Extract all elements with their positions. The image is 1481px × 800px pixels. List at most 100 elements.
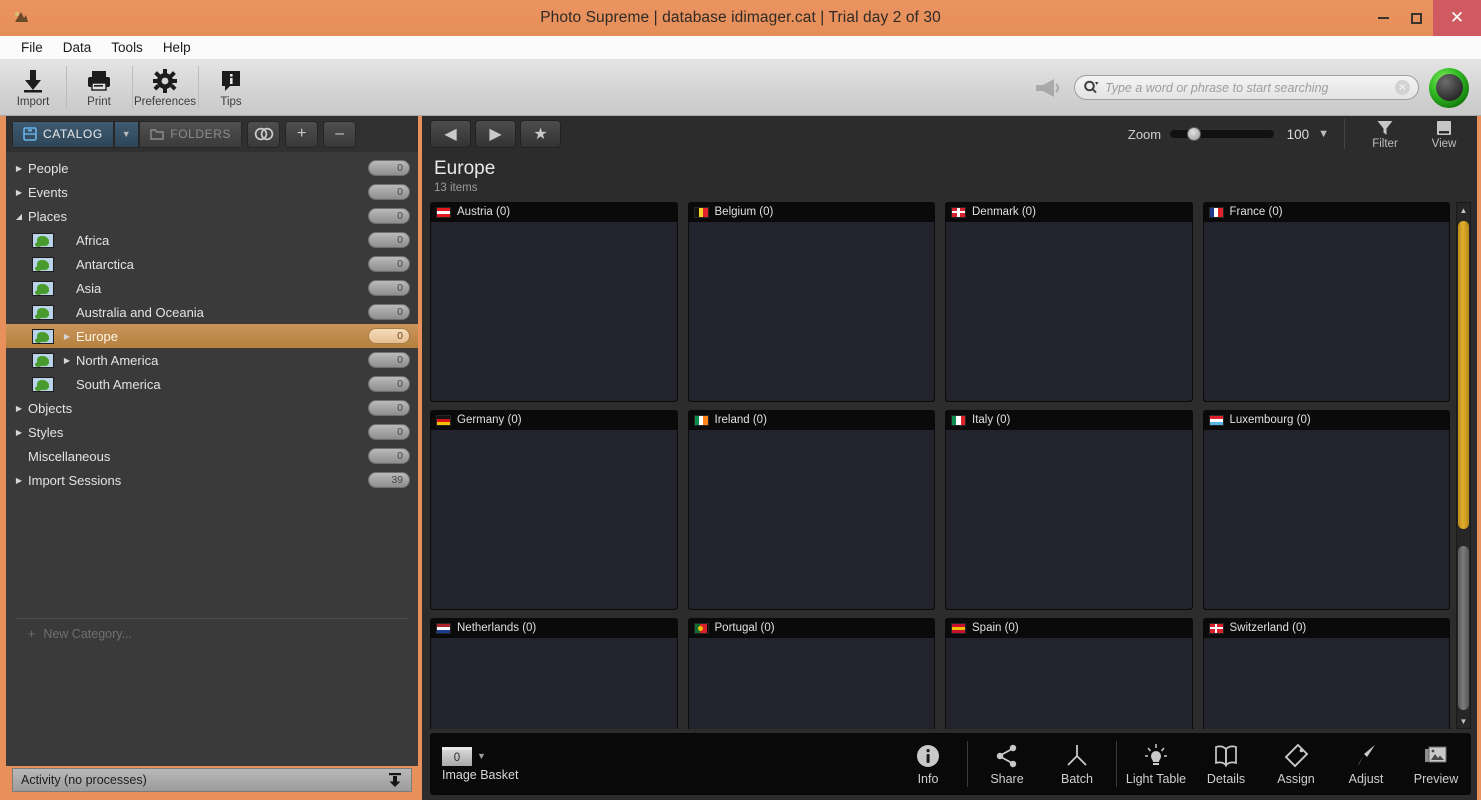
- zoom-dropdown-caret[interactable]: ▼: [1318, 128, 1329, 140]
- tree-expander[interactable]: ▶: [58, 332, 76, 341]
- maximize-icon[interactable]: [1400, 0, 1433, 36]
- thumbnail-tile[interactable]: Luxembourg (0): [1202, 410, 1450, 610]
- tile-label: Portugal (0): [714, 622, 775, 634]
- tree-expander[interactable]: ▶: [10, 188, 28, 197]
- tree-expander[interactable]: ▶: [10, 404, 28, 413]
- tile-thumbnail-area[interactable]: [946, 638, 1192, 729]
- tree-item-australia-and-oceania[interactable]: Australia and Oceania 0: [6, 300, 418, 324]
- thumbnail-tile[interactable]: Ireland (0): [687, 410, 935, 610]
- thumbnail-tile[interactable]: Switzerland (0): [1202, 618, 1450, 729]
- thumbnail-tile[interactable]: Spain (0): [945, 618, 1193, 729]
- thumbnail-tile[interactable]: Netherlands (0): [430, 618, 678, 729]
- thumbnail-tile[interactable]: Portugal (0): [687, 618, 935, 729]
- tile-caption: Luxembourg (0): [1202, 410, 1450, 430]
- tree-item-events[interactable]: ▶ Events 0: [6, 180, 418, 204]
- share-button[interactable]: Share: [972, 733, 1042, 795]
- zoom-slider[interactable]: [1170, 127, 1275, 141]
- megaphone-icon[interactable]: [1034, 76, 1064, 100]
- menu-item-data[interactable]: Data: [54, 38, 101, 57]
- tree-item-north-america[interactable]: ▶ North America 0: [6, 348, 418, 372]
- view-button[interactable]: View: [1419, 119, 1469, 150]
- clear-icon[interactable]: ✕: [1395, 80, 1410, 95]
- close-icon[interactable]: ✕: [1433, 0, 1481, 36]
- back-button[interactable]: ◀: [430, 120, 471, 148]
- menu-item-help[interactable]: Help: [154, 38, 200, 57]
- vertical-scrollbar[interactable]: ▲ ▼: [1456, 202, 1471, 729]
- scroll-down-icon[interactable]: ▼: [1460, 714, 1468, 728]
- batch-button[interactable]: Batch: [1042, 733, 1112, 795]
- tree-expander[interactable]: ▶: [10, 428, 28, 437]
- tree-item-africa[interactable]: Africa 0: [6, 228, 418, 252]
- menu-item-tools[interactable]: Tools: [102, 38, 152, 57]
- minimize-icon[interactable]: [1367, 0, 1400, 36]
- tree-item-import-sessions[interactable]: ▶ Import Sessions 39: [6, 468, 418, 492]
- scroll-track[interactable]: [1458, 217, 1469, 714]
- download-arrow-icon[interactable]: [387, 772, 403, 788]
- thumbnail-tile[interactable]: Austria (0): [430, 202, 678, 402]
- filter-button[interactable]: Filter: [1360, 119, 1410, 150]
- thumbnail-tile[interactable]: Belgium (0): [687, 202, 935, 402]
- tile-thumbnail-area[interactable]: [688, 430, 934, 609]
- scroll-thumb-secondary[interactable]: [1458, 546, 1469, 710]
- image-basket[interactable]: 0 ▼ Image Basket: [430, 733, 600, 795]
- tile-thumbnail-area[interactable]: [946, 430, 1192, 609]
- tree-expander[interactable]: ◢: [10, 212, 28, 221]
- tree-expander[interactable]: ▶: [10, 476, 28, 485]
- activity-status[interactable]: Activity (no processes): [12, 768, 412, 792]
- preview-button[interactable]: Preview: [1401, 733, 1471, 795]
- thumbnail-tile[interactable]: Denmark (0): [945, 202, 1193, 402]
- lightbulb-icon: [1145, 743, 1167, 765]
- remove-category-button[interactable]: –: [323, 120, 357, 148]
- tile-thumbnail-area[interactable]: [431, 222, 677, 401]
- tile-thumbnail-area[interactable]: [431, 638, 677, 729]
- tree-item-asia[interactable]: Asia 0: [6, 276, 418, 300]
- tree-item-places[interactable]: ◢ Places 0: [6, 204, 418, 228]
- tree-item-miscellaneous[interactable]: Miscellaneous 0: [6, 444, 418, 468]
- thumbnail-tile[interactable]: Germany (0): [430, 410, 678, 610]
- tree-item-antarctica[interactable]: Antarctica 0: [6, 252, 418, 276]
- tree-item-styles[interactable]: ▶ Styles 0: [6, 420, 418, 444]
- preferences-button[interactable]: Preferences: [132, 60, 198, 115]
- tile-thumbnail-area[interactable]: [431, 430, 677, 609]
- tile-thumbnail-area[interactable]: [688, 638, 934, 729]
- tile-caption: Spain (0): [945, 618, 1193, 638]
- tile-thumbnail-area[interactable]: [1203, 430, 1449, 609]
- adjust-label: Adjust: [1348, 771, 1384, 786]
- adjust-button[interactable]: Adjust: [1331, 733, 1401, 795]
- light-table-button[interactable]: Light Table: [1121, 733, 1191, 795]
- add-category-button[interactable]: +: [285, 120, 319, 148]
- tree-expander[interactable]: ▶: [58, 356, 76, 365]
- tile-thumbnail-area[interactable]: [1203, 638, 1449, 729]
- tips-button[interactable]: Tips: [198, 60, 264, 115]
- zoom-slider-knob[interactable]: [1186, 127, 1201, 141]
- image-basket-caret[interactable]: ▼: [477, 751, 486, 761]
- scroll-up-icon[interactable]: ▲: [1460, 203, 1468, 217]
- info-button[interactable]: Info: [893, 733, 963, 795]
- tree-expander[interactable]: ▶: [10, 164, 28, 173]
- assign-button[interactable]: Assign: [1261, 733, 1331, 795]
- forward-button[interactable]: ▶: [475, 120, 516, 148]
- menu-item-file[interactable]: File: [12, 38, 52, 57]
- globe-button[interactable]: [1429, 67, 1469, 108]
- new-category-button[interactable]: + New Category...: [6, 619, 418, 649]
- import-button[interactable]: Import: [0, 60, 66, 115]
- link-toggle-button[interactable]: [247, 120, 281, 148]
- tree-item-south-america[interactable]: South America 0: [6, 372, 418, 396]
- thumbnail-tile[interactable]: France (0): [1202, 202, 1450, 402]
- image-basket-label: Image Basket: [442, 767, 519, 782]
- tab-catalog[interactable]: CATALOG: [12, 120, 114, 148]
- tree-item-europe[interactable]: ▶ Europe 0: [6, 324, 418, 348]
- favorite-button[interactable]: ★: [520, 120, 561, 148]
- tree-item-people[interactable]: ▶ People 0: [6, 156, 418, 180]
- tab-folders[interactable]: FOLDERS: [139, 120, 243, 148]
- print-button[interactable]: Print: [66, 60, 132, 115]
- thumbnail-tile[interactable]: Italy (0): [945, 410, 1193, 610]
- details-button[interactable]: Details: [1191, 733, 1261, 795]
- catalog-dropdown-caret[interactable]: ▼: [113, 120, 140, 148]
- tree-item-objects[interactable]: ▶ Objects 0: [6, 396, 418, 420]
- search-input[interactable]: Type a word or phrase to start searching…: [1074, 75, 1419, 100]
- scroll-thumb[interactable]: [1458, 221, 1469, 530]
- tile-thumbnail-area[interactable]: [688, 222, 934, 401]
- tile-thumbnail-area[interactable]: [1203, 222, 1449, 401]
- tile-thumbnail-area[interactable]: [946, 222, 1192, 401]
